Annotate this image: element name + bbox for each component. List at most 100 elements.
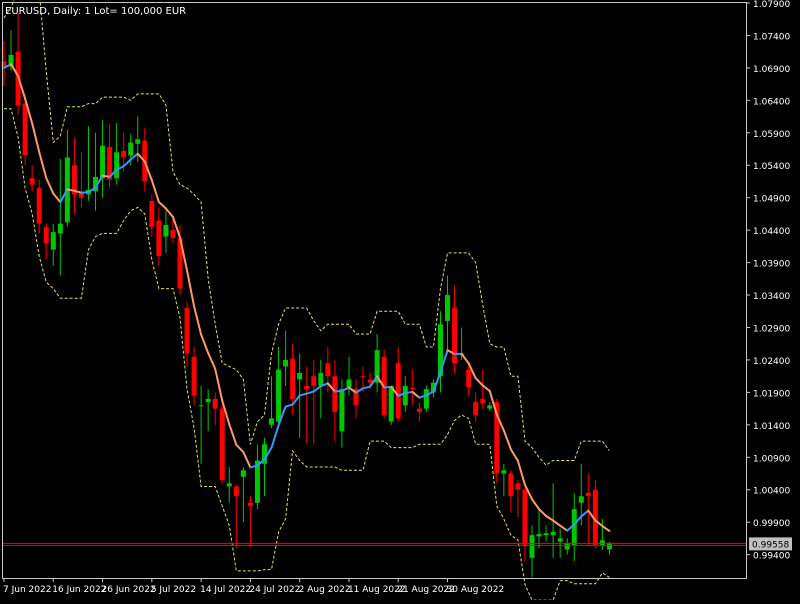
bearish-candle — [213, 399, 218, 409]
x-tick-label: 16 Jun 2022 — [52, 585, 106, 595]
bullish-candle — [269, 418, 274, 424]
bearish-candle — [149, 201, 154, 227]
y-tick-label: 1.03400 — [753, 292, 790, 302]
bearish-candle — [417, 409, 422, 412]
x-tick-label: 24 Jul 2022 — [249, 585, 300, 595]
bearish-candle — [44, 227, 49, 243]
chart-window[interactable]: 1.07900 1.07400 1.06900 1.06400 1.05900 1.054… — [0, 0, 800, 600]
bullish-candle — [600, 540, 605, 545]
y-tick-label: 1.01900 — [753, 389, 790, 399]
bullish-candle — [537, 534, 542, 537]
bullish-candle — [565, 543, 570, 549]
bullish-candle — [163, 225, 168, 237]
bearish-candle — [79, 193, 84, 198]
bearish-candle — [522, 490, 527, 545]
bearish-candle — [121, 151, 126, 157]
bearish-candle — [480, 399, 485, 404]
bullish-candle — [487, 405, 492, 408]
bullish-candle — [199, 405, 204, 406]
y-tick-label: 1.06900 — [753, 65, 790, 75]
bullish-candle — [424, 389, 429, 408]
y-tick-label: 1.02900 — [753, 324, 790, 334]
bullish-candle — [276, 370, 281, 422]
y-tick-label: 1.05900 — [753, 130, 790, 140]
bearish-candle — [396, 363, 401, 418]
x-tick-label: 14 Jul 2022 — [200, 585, 251, 595]
bullish-candle — [558, 538, 563, 541]
ma-segment — [335, 391, 342, 392]
y-tick-label: 1.00900 — [753, 454, 790, 464]
bearish-candle — [325, 363, 330, 376]
y-tick-label: 1.07900 — [753, 0, 790, 10]
bearish-candle — [368, 379, 373, 382]
x-tick-label: 7 Jun 2022 — [3, 585, 51, 595]
bullish-candle — [501, 470, 506, 473]
chart-background — [0, 0, 800, 600]
bearish-candle — [515, 483, 520, 489]
y-tick-label: 1.06400 — [753, 97, 790, 107]
x-tick-label: 26 Jun 2022 — [102, 585, 156, 595]
bullish-candle — [58, 224, 63, 234]
chart-title: EURUSD, Daily: 1 Lot= 100,000 EUR — [5, 6, 186, 17]
bearish-candle — [361, 376, 366, 377]
bearish-candle — [37, 188, 42, 224]
y-tick-label: 1.07400 — [753, 32, 790, 42]
bullish-candle — [579, 496, 584, 502]
bullish-candle — [100, 146, 105, 178]
bearish-candle — [30, 178, 35, 184]
bearish-candle — [156, 220, 161, 256]
bearish-candle — [473, 402, 478, 415]
bullish-candle — [227, 483, 232, 486]
bearish-candle — [586, 493, 591, 496]
bullish-candle — [551, 532, 556, 535]
y-tick-label: 1.04900 — [753, 195, 790, 205]
bullish-candle — [544, 533, 549, 535]
x-tick-label: 5 Jul 2022 — [151, 585, 196, 595]
ma-segment — [81, 192, 88, 193]
bearish-candle — [508, 474, 513, 497]
bullish-candle — [297, 373, 302, 379]
bullish-candle — [445, 295, 450, 321]
bullish-candle — [403, 386, 408, 405]
bearish-candle — [311, 376, 316, 386]
bearish-candle — [220, 409, 225, 480]
bullish-candle — [241, 470, 246, 476]
y-tick-label: 1.00400 — [753, 487, 790, 497]
x-tick-label: 2 Aug 2022 — [299, 585, 351, 595]
current-price-label-group: 0.99558 — [749, 537, 792, 550]
bullish-candle — [283, 360, 288, 366]
y-tick-label: 1.04400 — [753, 227, 790, 237]
ma-segment — [405, 392, 412, 393]
price-chart[interactable]: 1.07900 1.07400 1.06900 1.06400 1.05900 1.054… — [0, 0, 800, 600]
bearish-candle — [466, 370, 471, 388]
bearish-candle — [192, 357, 197, 396]
bearish-candle — [290, 359, 295, 399]
bullish-candle — [389, 386, 394, 422]
y-tick-label: 1.02400 — [753, 357, 790, 367]
bullish-candle — [128, 143, 133, 156]
bearish-candle — [170, 230, 175, 238]
current-price-label: 0.99558 — [752, 540, 789, 550]
bearish-candle — [23, 104, 28, 156]
y-tick-label: 0.99900 — [753, 519, 790, 529]
bullish-candle — [114, 152, 119, 178]
y-tick-label: 0.99400 — [753, 552, 790, 562]
bearish-candle — [248, 503, 253, 506]
bullish-candle — [339, 389, 344, 431]
bearish-candle — [304, 386, 309, 389]
y-tick-label: 1.01400 — [753, 422, 790, 432]
bullish-candle — [51, 232, 56, 250]
y-tick-label: 1.03900 — [753, 260, 790, 270]
bullish-candle — [135, 139, 140, 144]
bearish-candle — [332, 376, 337, 412]
bullish-candle — [530, 535, 535, 558]
bearish-candle — [185, 308, 190, 353]
bullish-candle — [206, 399, 211, 402]
y-tick-label: 1.05400 — [753, 162, 790, 172]
bearish-candle — [410, 388, 415, 389]
bullish-candle — [346, 379, 351, 387]
bearish-candle — [234, 486, 239, 496]
bullish-candle — [318, 373, 323, 386]
x-tick-label: 30 Aug 2022 — [447, 585, 505, 595]
bullish-candle — [607, 543, 612, 549]
